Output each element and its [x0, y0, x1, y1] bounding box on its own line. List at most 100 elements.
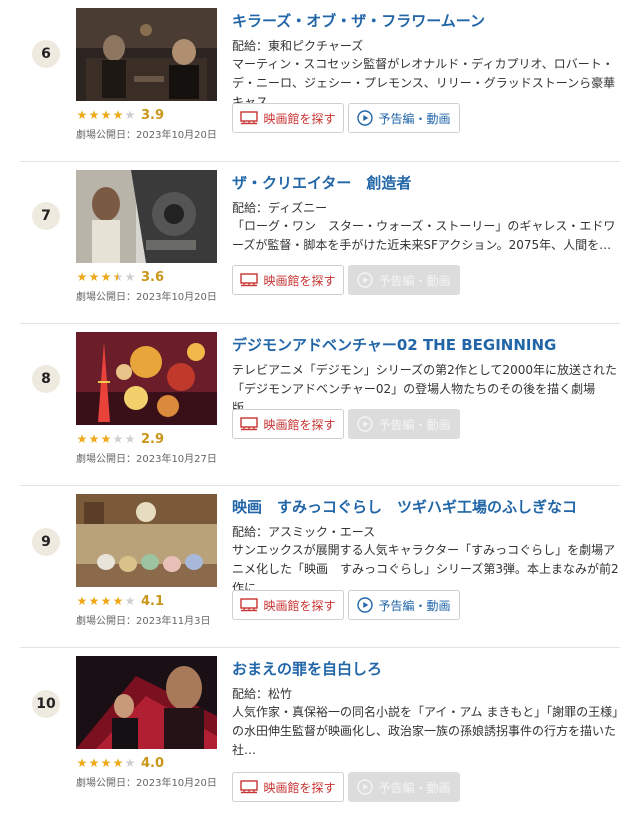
- star-icon: ★: [112, 432, 124, 446]
- movie-poster[interactable]: [76, 656, 217, 749]
- movie-title-link[interactable]: デジモンアドベンチャー02 THE BEGINNING: [232, 334, 624, 355]
- poster-image: [76, 656, 217, 749]
- rating-stars: ★ ★ ★ ★ ★ 4.1: [76, 593, 164, 609]
- star-icon: ★: [100, 270, 112, 284]
- star-icon: ★: [76, 594, 88, 608]
- movie-title-link[interactable]: キラーズ・オブ・ザ・フラワームーン: [232, 10, 624, 31]
- find-theater-label: 映画館を探す: [263, 111, 336, 126]
- trailer-label: 予告編・動画: [378, 273, 451, 288]
- poster-image: [76, 170, 217, 263]
- rank-badge: 8: [32, 365, 60, 393]
- poster-image: [76, 8, 217, 101]
- rank-badge: 7: [32, 202, 60, 230]
- find-theater-label: 映画館を探す: [263, 273, 336, 288]
- star-icon: ★: [76, 432, 88, 446]
- star-icon: ★: [112, 756, 124, 770]
- star-icon: ★: [76, 108, 88, 122]
- trailer-button: 予告編・動画: [348, 772, 460, 802]
- movie-description: 「ローグ・ワン スター・ウォーズ・ストーリー」のギャレス・エドワーズが監督・脚本…: [232, 219, 616, 252]
- star-icon: ★: [76, 756, 88, 770]
- movie-title-link[interactable]: おまえの罪を自白しろ: [232, 658, 624, 679]
- movie-title-link[interactable]: ザ・クリエイター 創造者: [232, 172, 624, 193]
- movie-poster[interactable]: [76, 494, 217, 587]
- rating-stars: ★ ★ ★ ★ ★ 3.9: [76, 107, 164, 123]
- star-icon: ★: [112, 594, 124, 608]
- star-icon: ★: [100, 432, 112, 446]
- movie-item-6: 6 ★ ★ ★ ★ ★ 3.9 劇場公開日：2023年10月20日 キラーズ・オ…: [0, 0, 640, 162]
- star-icon: ★: [88, 756, 100, 770]
- movie-item-7: 7 ★ ★ ★ ★ ★ 3.6 劇場公開日：2023年10月20日 ザ・クリエイ…: [0, 162, 640, 324]
- find-theater-button[interactable]: 映画館を探す: [232, 265, 344, 295]
- distributor: 配給：アスミック・エース: [232, 525, 376, 539]
- rating-score: 3.9: [141, 107, 165, 123]
- movie-item-10: 10 ★ ★ ★ ★ ★ 4.0 劇場公開日：2023年10月20日 おまえの罪…: [0, 648, 640, 822]
- rating-score: 4.1: [141, 593, 165, 609]
- release-date: 劇場公開日：2023年10月20日: [76, 130, 217, 141]
- trailer-label: 予告編・動画: [378, 780, 451, 795]
- poster-image: [76, 332, 217, 425]
- star-icon: ★: [88, 432, 100, 446]
- star-icon: ★: [124, 594, 136, 608]
- release-date: 劇場公開日：2023年11月3日: [76, 616, 211, 627]
- star-icon: ★: [124, 756, 136, 770]
- release-date: 劇場公開日：2023年10月27日: [76, 454, 217, 465]
- distributor: 配給：松竹: [232, 687, 293, 701]
- movie-poster[interactable]: [76, 170, 217, 263]
- distributor: 配給：ディズニー: [232, 201, 328, 215]
- star-icon: ★: [76, 270, 88, 284]
- trailer-button[interactable]: 予告編・動画: [348, 590, 460, 620]
- play-icon: [357, 110, 374, 126]
- movie-poster[interactable]: [76, 8, 217, 101]
- rank-badge: 6: [32, 40, 60, 68]
- trailer-button: 予告編・動画: [348, 265, 460, 295]
- trailer-label: 予告編・動画: [378, 417, 451, 432]
- rank-badge: 9: [32, 528, 60, 556]
- star-icon: ★: [124, 108, 136, 122]
- theater-icon: [240, 111, 259, 125]
- find-theater-label: 映画館を探す: [263, 598, 336, 613]
- star-icon: ★: [88, 270, 100, 284]
- star-icon: ★: [88, 108, 100, 122]
- find-theater-label: 映画館を探す: [263, 417, 336, 432]
- release-date: 劇場公開日：2023年10月20日: [76, 778, 217, 789]
- movie-poster[interactable]: [76, 332, 217, 425]
- rating-stars: ★ ★ ★ ★ ★ 2.9: [76, 431, 164, 447]
- star-icon: ★: [100, 108, 112, 122]
- rating-score: 4.0: [141, 755, 165, 771]
- trailer-button: 予告編・動画: [348, 409, 460, 439]
- rating-score: 2.9: [141, 431, 165, 447]
- star-icon: ★: [100, 594, 112, 608]
- play-icon: [357, 272, 374, 288]
- rating-stars: ★ ★ ★ ★ ★ 4.0: [76, 755, 164, 771]
- rating-score: 3.6: [141, 269, 165, 285]
- play-icon: [357, 779, 374, 795]
- star-icon: ★: [112, 270, 124, 284]
- theater-icon: [240, 417, 259, 431]
- theater-icon: [240, 598, 259, 612]
- find-theater-button[interactable]: 映画館を探す: [232, 590, 344, 620]
- trailer-label: 予告編・動画: [378, 598, 451, 613]
- star-icon: ★: [112, 108, 124, 122]
- trailer-label: 予告編・動画: [378, 111, 451, 126]
- play-icon: [357, 597, 374, 613]
- poster-image: [76, 494, 217, 587]
- release-date: 劇場公開日：2023年10月20日: [76, 292, 217, 303]
- movie-description: 人気作家・真保裕一の同名小説を「アイ・アム まきもと」「謝罪の王様」の水田伸生監…: [232, 705, 619, 757]
- movie-title-link[interactable]: 映画 すみっコぐらし ツギハギ工場のふしぎなコ: [232, 496, 624, 517]
- movie-item-8: 8 ★ ★ ★ ★ ★ 2.9 劇場公開日：2023年10月27日 デジモンアド…: [0, 324, 640, 486]
- distributor: 配給：東和ピクチャーズ: [232, 39, 364, 53]
- star-icon: ★: [124, 432, 136, 446]
- trailer-button[interactable]: 予告編・動画: [348, 103, 460, 133]
- movie-item-9: 9 ★ ★ ★ ★ ★ 4.1 劇場公開日：2023年11月3日 映画 すみっコ…: [0, 486, 640, 648]
- star-icon: ★: [124, 270, 136, 284]
- rank-badge: 10: [32, 690, 60, 718]
- theater-icon: [240, 273, 259, 287]
- find-theater-label: 映画館を探す: [263, 780, 336, 795]
- star-icon: ★: [88, 594, 100, 608]
- rating-stars: ★ ★ ★ ★ ★ 3.6: [76, 269, 164, 285]
- find-theater-button[interactable]: 映画館を探す: [232, 409, 344, 439]
- theater-icon: [240, 780, 259, 794]
- play-icon: [357, 416, 374, 432]
- find-theater-button[interactable]: 映画館を探す: [232, 103, 344, 133]
- find-theater-button[interactable]: 映画館を探す: [232, 772, 344, 802]
